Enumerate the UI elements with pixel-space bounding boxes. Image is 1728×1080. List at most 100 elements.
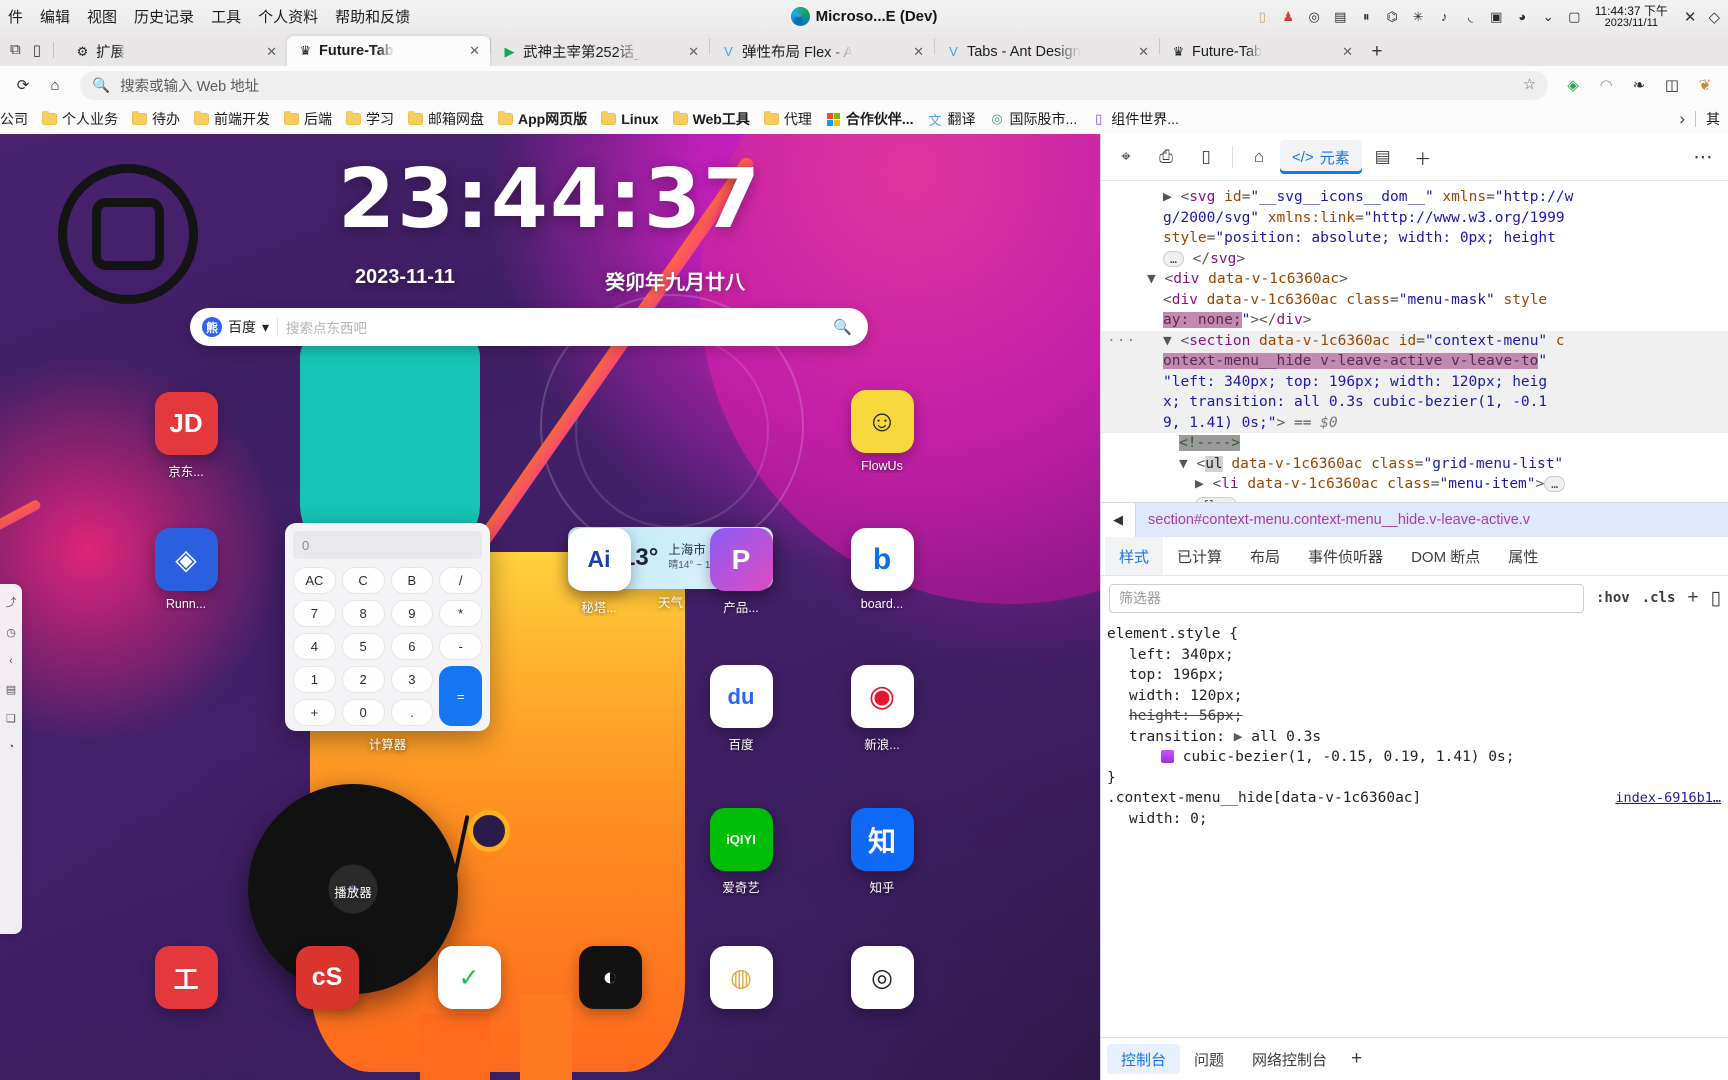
calc-key-plus[interactable]: + xyxy=(293,699,336,726)
tab-computed[interactable]: 已计算 xyxy=(1163,537,1236,575)
bookmark-geren-yewu[interactable]: 个人业务 xyxy=(35,107,125,131)
breadcrumb-back-button[interactable]: ◀ xyxy=(1101,503,1136,537)
tab-wushen[interactable]: ▶ 武神主宰第252话_ ✕ xyxy=(491,37,709,66)
breadcrumb-path[interactable]: section#context-menu.context-menu__hide.… xyxy=(1136,512,1530,528)
tab-future-tab-1[interactable]: ♛ Future-Tab ✕ xyxy=(286,36,490,66)
android-icon[interactable]: ⌬ xyxy=(1384,8,1401,25)
computed-sidebar-toggle[interactable]: ▯ xyxy=(1711,587,1721,610)
dom-line[interactable]: g/2000/svg" xmlns:link="http://www.w3.or… xyxy=(1101,208,1728,229)
qq-penguin-icon[interactable]: ♟ xyxy=(1280,8,1297,25)
calc-key-dot[interactable]: . xyxy=(390,699,434,726)
shortcut-row-bottom[interactable]: 工 xyxy=(144,946,228,1009)
calc-key-c[interactable]: C xyxy=(341,567,385,594)
bookmark-youxiang[interactable]: 邮箱网盘 xyxy=(401,107,491,131)
inspect-icon[interactable]: ⌖ xyxy=(1107,140,1145,174)
cubic-bezier-swatch-icon[interactable] xyxy=(1161,750,1174,763)
shortcut-board[interactable]: b board... xyxy=(840,528,924,611)
menu-item-file[interactable]: 件 xyxy=(6,4,25,29)
css-declaration[interactable]: top: 196px; xyxy=(1107,665,1728,686)
volume-icon[interactable]: ◕ xyxy=(1514,8,1531,25)
styles-rules[interactable]: element.style {left: 340px; top: 196px; wi… xyxy=(1101,620,1728,1037)
tab-future-tab-2[interactable]: ♛ Future-Tab ✕ xyxy=(1160,37,1363,66)
expand-arrow-closed-icon[interactable]: ▶ xyxy=(1234,729,1251,745)
reload-icon[interactable]: ⟳ xyxy=(8,71,38,99)
shortcut-row-bottom[interactable]: ◐ xyxy=(568,946,652,1009)
calc-key-9[interactable]: 9 xyxy=(390,600,434,627)
calc-key-6[interactable]: 6 xyxy=(390,633,434,660)
dom-line[interactable]: ▼ <ul data-v-1c6360ac class="grid-menu-l… xyxy=(1101,454,1728,475)
tab-styles[interactable]: 样式 xyxy=(1105,537,1164,575)
tab-flex-layout[interactable]: V 弹性布局 Flex - A ✕ xyxy=(710,37,934,66)
bookmark-gongsi[interactable]: 公司 xyxy=(0,107,35,131)
dom-line[interactable]: ▼ <section data-v-1c6360ac id="context-m… xyxy=(1101,330,1728,351)
tab-elements[interactable]: </> 元素 xyxy=(1280,140,1362,174)
css-declaration[interactable]: width: 0; xyxy=(1107,809,1728,830)
history-icon[interactable]: ◷ xyxy=(6,626,16,639)
bluetooth-icon[interactable]: ✳ xyxy=(1410,8,1427,25)
shortcut-flowus[interactable]: ☺ FlowUs xyxy=(840,390,924,473)
css-declaration[interactable]: width: 120px; xyxy=(1107,686,1728,707)
bookmark-daiban[interactable]: 待办 xyxy=(125,107,187,131)
close-icon[interactable]: ✕ xyxy=(466,43,483,59)
clipboard-icon[interactable]: ▤ xyxy=(1332,8,1349,25)
styles-filter-input[interactable]: 筛选器 xyxy=(1109,583,1584,613)
tab-network-console[interactable]: 网络控制台 xyxy=(1238,1044,1341,1074)
tab-properties[interactable]: 属性 xyxy=(1494,537,1552,575)
dom-line[interactable]: 9, 1.41) 0s;"> == $0 xyxy=(1101,412,1728,433)
shortcut-row-bottom[interactable]: cS xyxy=(285,946,369,1009)
bookmark-app[interactable]: App网页版 xyxy=(491,107,594,131)
calc-key-divide[interactable]: / xyxy=(439,567,482,594)
pause-icon[interactable]: ⏸ xyxy=(1358,8,1375,25)
bookmark-qianduan[interactable]: 前端开发 xyxy=(187,107,277,131)
chevron-down-icon[interactable]: ▾ xyxy=(262,319,269,336)
dom-line[interactable]: flex xyxy=(1101,495,1728,502)
close-icon[interactable]: ✕ xyxy=(685,44,702,60)
new-style-rule-button[interactable]: + xyxy=(1687,587,1698,609)
shortcut-zhihu[interactable]: 知 知乎 xyxy=(840,808,924,896)
bookmark-components[interactable]: ▯ 组件世界... xyxy=(1084,107,1186,131)
css-declaration[interactable]: left: 340px; xyxy=(1107,645,1728,666)
calc-key-5[interactable]: 5 xyxy=(341,633,385,660)
bookmark-icon[interactable]: ❏ xyxy=(6,712,16,725)
dock-side-icon[interactable]: ▯ xyxy=(1187,140,1225,174)
dom-line[interactable]: ontext-menu__hide v-leave-active v-leave… xyxy=(1101,351,1728,372)
close-icon[interactable]: ✕ xyxy=(1135,44,1152,60)
css-source-link[interactable]: index-6916b1… xyxy=(1615,788,1721,809)
search-icon[interactable]: 🔍 xyxy=(833,318,856,336)
bookmark-stocks[interactable]: ◎ 国际股市... xyxy=(983,107,1085,131)
menu-item-edit[interactable]: 编辑 xyxy=(38,4,72,29)
hov-button[interactable]: :hov xyxy=(1596,590,1630,606)
split-screen-icon[interactable]: ◫ xyxy=(1657,71,1687,99)
microphone-icon[interactable]: ♪ xyxy=(1436,8,1453,25)
battery-icon[interactable]: ▢ xyxy=(1566,8,1583,25)
more-options-icon[interactable]: ⋯ xyxy=(1683,140,1723,174)
calc-key-3[interactable]: 3 xyxy=(390,666,434,693)
close-icon[interactable]: ✕ xyxy=(910,44,927,60)
dom-line[interactable]: x; transition: all 0.3s cubic-bezier(1, … xyxy=(1101,392,1728,413)
calc-key-0[interactable]: 0 xyxy=(341,699,385,726)
dom-line[interactable]: "left: 340px; top: 196px; width: 120px; … xyxy=(1101,371,1728,392)
expand-arrow-open-icon[interactable]: ▼ xyxy=(1147,271,1164,287)
recorder-icon[interactable]: ◎ xyxy=(1306,8,1323,25)
share-icon[interactable]: ⤴ xyxy=(6,594,17,610)
css-declaration[interactable]: transition: ▶ all 0.3s xyxy=(1107,727,1728,748)
calc-key-b[interactable]: B xyxy=(390,567,434,594)
shortcut-jd[interactable]: JD 京东... xyxy=(144,392,228,480)
cls-button[interactable]: .cls xyxy=(1642,590,1676,606)
expand-arrow-open-icon[interactable]: ▼ xyxy=(1163,333,1180,349)
css-declaration[interactable]: height: 56px; xyxy=(1107,706,1728,727)
calc-key-4[interactable]: 4 xyxy=(293,633,336,660)
shortcut-row-bottom[interactable]: ◍ xyxy=(699,946,783,1009)
shortcut-runner[interactable]: ◈ Runn... xyxy=(144,528,228,611)
shortcut-row-bottom[interactable]: ✓ xyxy=(427,946,511,1009)
calc-key-ac[interactable]: AC xyxy=(293,567,336,594)
address-input[interactable]: 搜索或输入 Web 地址 xyxy=(120,75,1513,96)
dom-line[interactable]: ▶ <li data-v-1c6360ac class="menu-item">… xyxy=(1101,474,1728,495)
search-input[interactable]: 搜索点东西吧 xyxy=(286,317,825,337)
bookmark-partners[interactable]: 合作伙伴... xyxy=(819,107,921,131)
shortcut-iqiyi[interactable]: iQIYI 爱奇艺 xyxy=(699,808,783,896)
tab-antd-tabs[interactable]: V Tabs - Ant Design ✕ xyxy=(935,37,1159,66)
shortcut-baidu[interactable]: du 百度 xyxy=(699,665,783,753)
rainbow-icon[interactable]: ◠ xyxy=(1591,71,1621,99)
device-toolbar-icon[interactable]: ⎙ xyxy=(1147,140,1185,174)
